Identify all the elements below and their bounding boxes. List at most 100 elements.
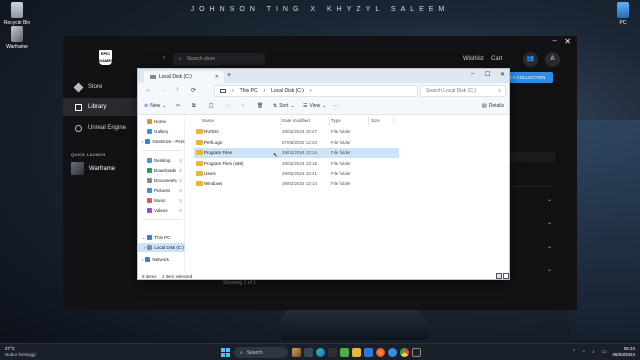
table-row[interactable]: PerfLogs 07/05/2022 12:24 File folder [194, 138, 394, 148]
wifi-icon[interactable]: ◔ [582, 349, 585, 355]
delete-icon[interactable]: 🗑 [257, 103, 263, 109]
start-button[interactable] [221, 348, 230, 357]
nav-library[interactable]: Library [63, 98, 137, 116]
sort-button[interactable]: ⇅ Sort ⌄ [273, 103, 295, 109]
chevron-down-icon[interactable]: ⌄ [547, 243, 552, 250]
nav-unreal-engine[interactable]: Unreal Engine [63, 119, 137, 137]
table-row[interactable]: Program Files (x86) 29/02/2024 13:15 Fil… [194, 159, 394, 169]
share-icon[interactable]: ⇪ [241, 103, 245, 109]
pin-icon[interactable]: ⚲ [179, 158, 182, 163]
avatar[interactable]: A [545, 52, 560, 67]
more-options-icon[interactable]: ··· [333, 103, 338, 109]
terminal-icon[interactable] [328, 348, 337, 357]
minimize-button[interactable]: – [471, 71, 474, 77]
copy-icon[interactable]: ⧉ [192, 103, 196, 109]
chevron-down-icon[interactable]: ⌄ [547, 219, 552, 226]
epic-search-input[interactable]: ⌕ Search store [173, 53, 265, 65]
table-row[interactable]: Users 29/02/2024 10:41 File folder [194, 169, 394, 179]
nav-documents[interactable]: Documents ⚲ [138, 176, 185, 185]
up-arrow-icon[interactable]: ↑ [176, 87, 179, 93]
details-button[interactable]: ▤ Details [482, 103, 504, 109]
nav-downloads[interactable]: Downloads ⚲ [138, 166, 185, 175]
nav-pictures[interactable]: Pictures ⚲ [138, 186, 185, 195]
chrome-icon[interactable] [400, 348, 409, 357]
quick-launch-warframe[interactable]: Warframe [71, 162, 115, 175]
new-tab-button[interactable]: + [227, 72, 231, 79]
back-chevron-icon[interactable]: ‹ [163, 55, 165, 61]
column-header-date[interactable]: Date modified [282, 118, 310, 123]
nav-music[interactable]: Music ⚲ [138, 196, 185, 205]
address-bar[interactable]: › This PC › Local Disk (C:) › [214, 85, 418, 97]
epic-games-icon[interactable] [412, 348, 421, 357]
search-icon: ⌕ [498, 88, 501, 94]
close-tab-icon[interactable]: ✕ [215, 74, 219, 80]
nav-local-disk[interactable]: › Local Disk (C:) [138, 243, 185, 252]
task-view-icon[interactable] [304, 348, 313, 357]
new-button[interactable]: ⊕ New ⌄ [144, 103, 166, 109]
chevron-down-icon[interactable]: ⌄ [547, 266, 552, 273]
breadcrumb-this-pc[interactable]: This PC [240, 88, 258, 94]
desktop-icon-recycle-bin[interactable]: Recycle Bin [0, 2, 34, 26]
table-row[interactable]: Program Files 29/02/2024 13:14 File fold… [194, 148, 399, 158]
nav-network[interactable]: › Network [138, 255, 185, 264]
desktop-icon-warframe[interactable]: Warframe [0, 26, 34, 50]
minimize-button[interactable]: – [553, 36, 557, 45]
column-header-type[interactable]: Type [331, 118, 341, 123]
close-button[interactable]: ✕ [564, 37, 571, 46]
folder-icon [196, 171, 203, 176]
clock[interactable]: 06:24 05/03/2024 [612, 346, 635, 358]
back-arrow-icon[interactable]: ← [146, 87, 152, 93]
store-icon[interactable] [364, 348, 373, 357]
weather-widget[interactable]: 27°C Nubur lentingg) [5, 346, 36, 358]
nav-desktop[interactable]: Desktop ⚲ [138, 156, 185, 165]
epic-logo[interactable]: EPIC GAMES [99, 50, 114, 65]
column-divider [329, 117, 330, 125]
breadcrumb-local-disk[interactable]: Local Disk (C:) [271, 88, 304, 94]
explorer-tab[interactable]: Local Disk (C:) ✕ [144, 71, 224, 83]
nav-this-pc[interactable]: ⌄ This PC [138, 233, 185, 242]
chevron-down-icon[interactable]: ⌄ [547, 196, 552, 203]
column-header-name[interactable]: Name [202, 118, 214, 123]
rename-icon[interactable]: ▭ [225, 103, 230, 109]
paste-icon[interactable]: 📋 [208, 103, 214, 109]
tiles-view-icon[interactable] [503, 273, 509, 279]
chevron-up-icon[interactable]: ⌃ [572, 349, 576, 355]
edge-icon[interactable] [316, 348, 325, 357]
view-button[interactable]: ☰ View ⌄ [303, 103, 326, 109]
explorer-search-input[interactable]: Search Local Disk (C:) ⌕ [420, 85, 506, 97]
table-row[interactable]: Windows 29/02/2024 13:14 File folder [194, 179, 394, 189]
battery-icon[interactable]: ▭ [602, 349, 607, 355]
taskbar-search[interactable]: ⌕ Search [234, 347, 288, 358]
gallery-icon [147, 129, 152, 134]
refresh-icon[interactable]: ⟳ [191, 87, 196, 94]
details-view-icon[interactable] [496, 273, 502, 279]
nav-home[interactable]: Home [138, 117, 185, 126]
nav-onedrive[interactable]: › OneDrive - Pers [138, 137, 185, 146]
nav-store[interactable]: Store [63, 78, 137, 96]
pin-icon[interactable]: ⚲ [179, 178, 182, 183]
pin-icon[interactable]: ⚲ [179, 198, 182, 203]
file-explorer-icon[interactable] [352, 348, 361, 357]
taskbar-green-app-icon[interactable] [340, 348, 349, 357]
friends-button[interactable]: 👥 [523, 52, 538, 67]
forward-arrow-icon[interactable]: → [161, 87, 167, 93]
browser-icon[interactable] [388, 348, 397, 357]
pin-icon[interactable]: ⚲ [179, 208, 182, 213]
nav-gallery[interactable]: Gallery [138, 127, 185, 136]
maximize-button[interactable]: ☐ [485, 71, 490, 78]
column-header-size[interactable]: Size [371, 118, 380, 123]
status-bar: 8 items 1 item selected [138, 272, 509, 281]
firefox-icon[interactable] [376, 348, 385, 357]
cut-icon[interactable]: ✂ [176, 103, 180, 109]
pin-icon[interactable]: ⚲ [179, 168, 182, 173]
taskbar-game-icon[interactable] [292, 348, 301, 357]
table-row[interactable]: NVIDIA 29/02/2024 10:27 File folder [194, 127, 394, 137]
column-divider [368, 117, 369, 125]
close-button[interactable]: ✕ [500, 71, 505, 78]
desktop-icon-pc[interactable]: PC [606, 2, 640, 26]
wishlist-link[interactable]: Wishlist [463, 56, 484, 62]
nav-videos[interactable]: Videos ⚲ [138, 206, 185, 215]
volume-icon[interactable]: ♪ [592, 349, 595, 355]
cart-link[interactable]: Cart [491, 56, 502, 62]
pin-icon[interactable]: ⚲ [179, 188, 182, 193]
